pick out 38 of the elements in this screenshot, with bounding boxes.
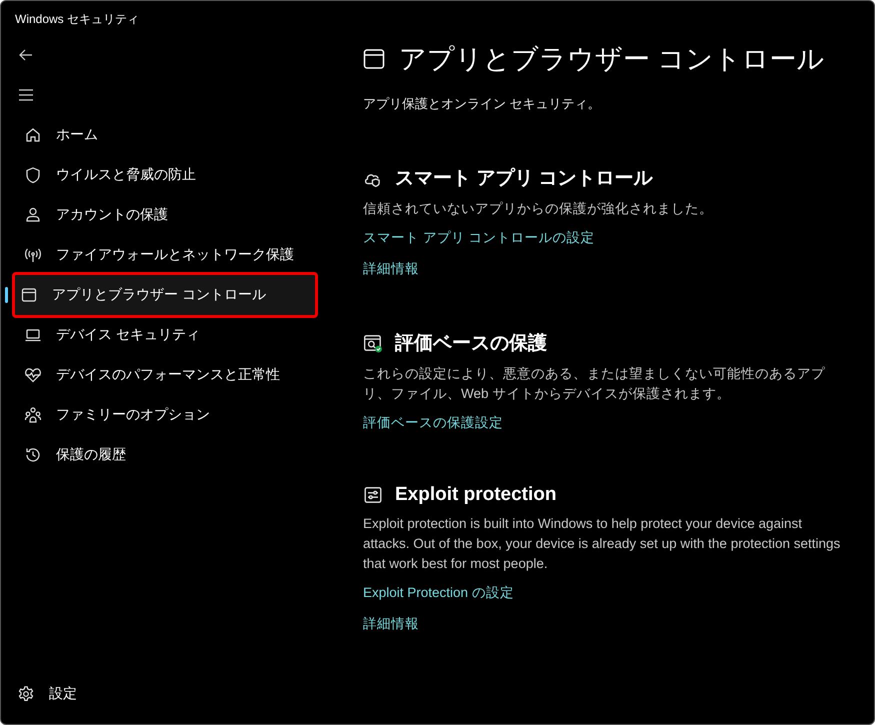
- history-icon: [24, 446, 42, 464]
- section-title: 評価ベースの保護: [395, 332, 547, 356]
- sidebar-item[interactable]: アカウントの保護: [12, 195, 318, 235]
- sidebar-item[interactable]: 保護の履歴: [12, 435, 318, 475]
- sidebar-item[interactable]: ホーム: [12, 115, 318, 155]
- heart-pulse-icon: [24, 366, 42, 384]
- section-description: 信頼されていないアプリからの保護が強化されました。: [363, 200, 714, 218]
- link[interactable]: 評価ベースの保護設定: [363, 414, 503, 432]
- search-check-icon: [363, 333, 383, 353]
- menu-icon[interactable]: [18, 88, 34, 102]
- page-title: アプリとブラウザー コントロール: [399, 43, 825, 76]
- section-title: Exploit protection: [395, 484, 556, 506]
- section-title: スマート アプリ コントロール: [395, 166, 653, 191]
- link[interactable]: 詳細情報: [363, 260, 419, 278]
- link[interactable]: 詳細情報: [363, 615, 419, 633]
- window-icon: [20, 286, 38, 304]
- page-subtitle: アプリ保護とオンライン セキュリティ。: [363, 95, 602, 113]
- link[interactable]: スマート アプリ コントロールの設定: [363, 229, 595, 247]
- settings-icon: [17, 685, 35, 703]
- sidebar-item[interactable]: ファミリーのオプション: [12, 395, 318, 435]
- person-icon: [24, 206, 42, 224]
- back-arrow-icon[interactable]: [18, 47, 34, 63]
- section-description: これらの設定により、悪意のある、または望ましくない可能性のあるアプリ、ファイル、Web サイトからデバイスが保護されます。: [363, 365, 826, 403]
- sidebar-item[interactable]: ファイアウォールとネットワーク保護: [12, 235, 318, 275]
- window-icon: [363, 48, 385, 70]
- family-icon: [24, 406, 42, 424]
- settings-item[interactable]: 設定: [5, 674, 318, 714]
- sidebar-item[interactable]: デバイス セキュリティ: [12, 315, 318, 355]
- section-description: Exploit protection is built into Windows to help protect your device against attacks. Out of the box, your device is already set up with the protection settings that work best for most people.: [363, 515, 842, 573]
- link[interactable]: Exploit Protection の設定: [363, 584, 514, 602]
- sidebar-item[interactable]: デバイスのパフォーマンスと正常性: [12, 355, 318, 395]
- sliders-icon: [363, 485, 383, 505]
- shield-icon: [24, 166, 42, 184]
- window-title: Windows セキュリティ: [14, 11, 140, 28]
- antenna-icon: [24, 246, 42, 264]
- sidebar-item[interactable]: アプリとブラウザー コントロール: [12, 272, 318, 318]
- sidebar-item[interactable]: ウイルスと脅威の防止: [12, 155, 318, 195]
- home-icon: [24, 126, 42, 144]
